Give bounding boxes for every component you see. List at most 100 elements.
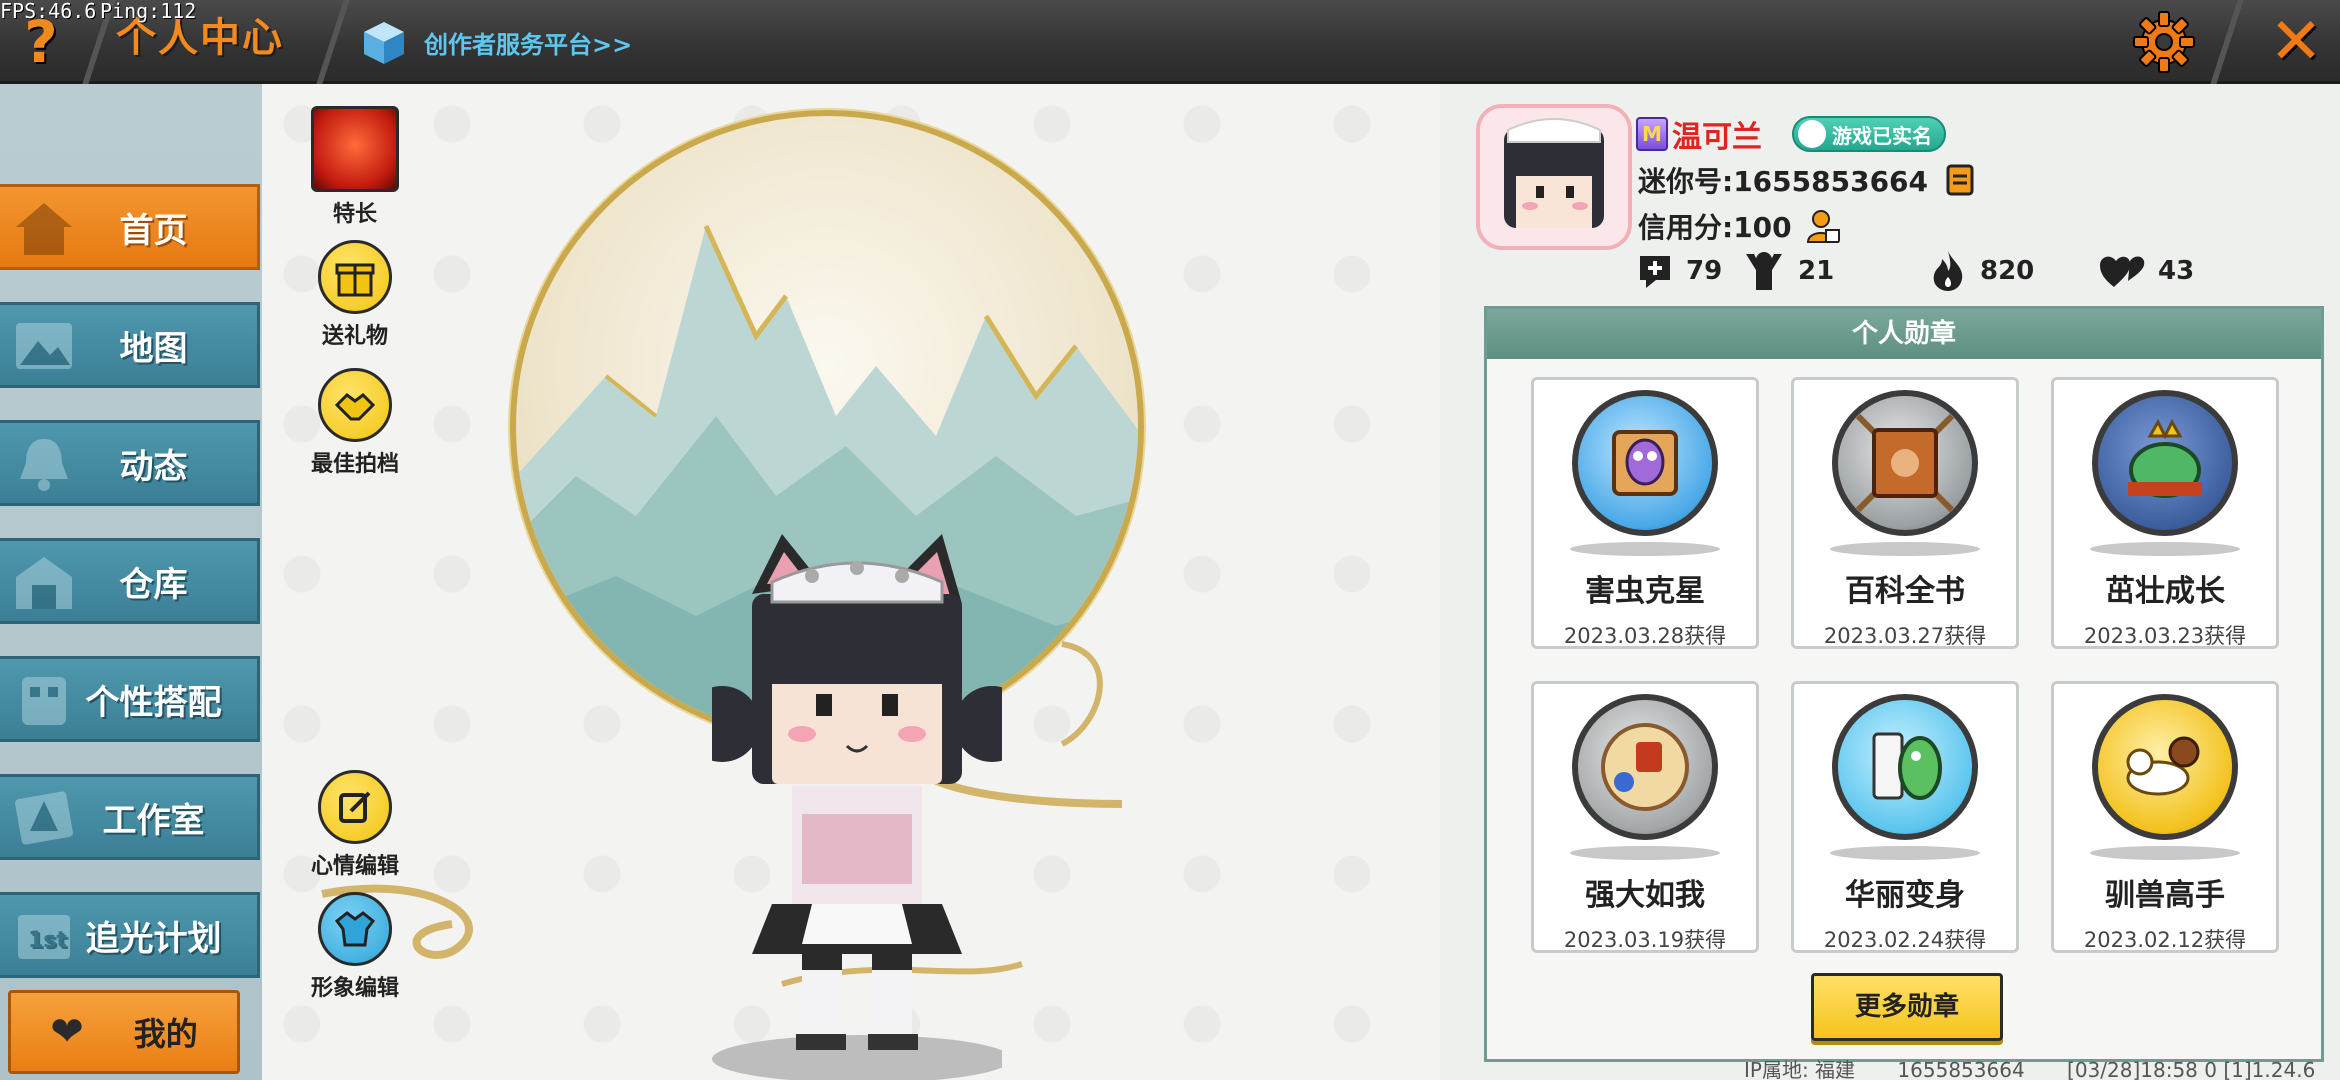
mine-label: 我的 — [133, 1015, 198, 1053]
specialty-button[interactable]: 特长 — [300, 106, 410, 228]
medal-date: 2023.03.23获得 — [2083, 624, 2247, 648]
sidebar-item-label: 仓库 — [119, 564, 188, 605]
medal-name: 百科全书 — [1845, 574, 1965, 609]
medal-name: 茁壮成长 — [2105, 574, 2225, 609]
posts-stat[interactable]: 79 — [1636, 246, 1722, 296]
fps-overlay: FPS:46.6 Ping:112 — [0, 0, 196, 22]
credit-row: 信用分:100 — [1638, 206, 1840, 246]
medal-card[interactable]: 害虫克星 2023.03.28获得 — [1531, 377, 1759, 649]
sidebar-item-plan[interactable]: 1st 追光计划 — [0, 892, 260, 978]
sidebar-nav: 首页 地图 动态 仓库 个性搭配 工作室 1st 追光计划 — [0, 84, 262, 1080]
username-row: M 温可兰 游戏已实名 — [1636, 112, 1946, 156]
fans-stat[interactable]: 21 — [1742, 246, 1834, 296]
beast-tamer-medal-icon — [2092, 694, 2238, 840]
medal-name: 强大如我 — [1585, 878, 1705, 913]
fans-count: 21 — [1798, 256, 1835, 286]
image-edit-button[interactable]: 形象编辑 — [300, 892, 410, 1002]
sidebar-item-map[interactable]: 地图 — [0, 302, 260, 388]
fans-icon — [1746, 252, 1782, 290]
bell-icon — [20, 439, 68, 491]
sidebar-item-outfit[interactable]: 个性搭配 — [0, 656, 260, 742]
sidebar-item-home[interactable]: 首页 — [0, 184, 260, 270]
edit-icon — [318, 770, 392, 844]
studio-icon — [15, 791, 73, 845]
hearts-icon — [2100, 256, 2145, 287]
sidebar-item-warehouse[interactable]: 仓库 — [0, 538, 260, 624]
sidebar-item-label: 个性搭配 — [85, 682, 222, 723]
mighty-me-medal-icon — [1572, 694, 1718, 840]
profile-avatar[interactable] — [1476, 104, 1632, 250]
player-avatar[interactable] — [712, 524, 1002, 1080]
sidebar-item-label: 首页 — [119, 210, 188, 251]
medal-card[interactable]: 百科全书 2023.03.27获得 — [1791, 377, 2019, 649]
avatar-stage: 特长 送礼物 最佳拍档 心情编辑 形象编辑 — [262, 84, 1440, 1080]
mine-button[interactable]: ❤ 我的 — [8, 990, 240, 1074]
medal-name: 害虫克星 — [1585, 574, 1705, 609]
top-bar: ? 个人中心 创作者服务平台>> ✕ — [0, 0, 2340, 84]
verified-user-icon — [1798, 120, 1826, 148]
creator-platform-link[interactable]: 创作者服务平台>> — [360, 14, 632, 70]
gorgeous-transform-medal-icon — [1832, 694, 1978, 840]
outfit-edit-icon — [318, 892, 392, 966]
close-button[interactable]: ✕ — [2262, 8, 2330, 76]
handshake-icon — [318, 368, 392, 442]
thriving-growth-medal-icon — [2092, 390, 2238, 536]
image-edit-label: 形象编辑 — [310, 976, 399, 1001]
mood-edit-label: 心情编辑 — [310, 854, 399, 879]
encyclopedia-medal-icon — [1832, 390, 1978, 536]
popularity-count: 820 — [1980, 256, 2035, 286]
medal-panel: 个人勋章 害虫克星 2023.03.28获得 百科全书 2023.03.27获得… — [1484, 306, 2324, 1062]
sidebar-item-studio[interactable]: 工作室 — [0, 774, 260, 860]
gear-icon[interactable] — [2130, 8, 2198, 76]
send-gift-button[interactable]: 送礼物 — [300, 240, 410, 350]
mood-edit-button[interactable]: 心情编辑 — [300, 770, 410, 880]
medal-card[interactable]: 驯兽高手 2023.02.12获得 — [2051, 681, 2279, 953]
medal-name: 驯兽高手 — [2105, 878, 2225, 913]
medal-date: 2023.03.19获得 — [1563, 928, 1727, 952]
heart-icon: ❤ — [50, 1009, 84, 1055]
outfit-icon — [22, 677, 66, 725]
medal-date: 2023.03.28获得 — [1563, 624, 1727, 648]
copy-icon[interactable] — [1942, 162, 1976, 198]
mini-id-text: 迷你号:1655853664 — [1638, 165, 1929, 198]
medal-date: 2023.02.24获得 — [1823, 928, 1987, 952]
sidebar-item-feed[interactable]: 动态 — [0, 420, 260, 506]
creator-link-label: 创作者服务平台>> — [424, 30, 633, 59]
more-medals-button[interactable]: 更多勋章 — [1811, 973, 2003, 1041]
top-divider — [316, 0, 350, 84]
medal-name: 华丽变身 — [1845, 878, 1965, 913]
credit-user-icon[interactable] — [1806, 208, 1840, 244]
specialty-icon — [311, 106, 399, 192]
popularity-stat[interactable]: 820 — [1928, 246, 2034, 296]
medal-card[interactable]: 强大如我 2023.03.19获得 — [1531, 681, 1759, 953]
svg-text:1st: 1st — [28, 928, 67, 953]
best-partner-button[interactable]: 最佳拍档 — [300, 368, 410, 478]
ping-text: Ping:112 — [100, 0, 197, 23]
top-divider — [2210, 0, 2244, 84]
send-gift-label: 送礼物 — [321, 324, 388, 349]
posts-icon — [1640, 256, 1670, 288]
sidebar-item-label: 地图 — [119, 328, 188, 369]
ip-location: IP属地: 福建 — [1744, 1058, 1856, 1080]
credit-score-text: 信用分:100 — [1638, 211, 1792, 244]
mini-id-row: 迷你号:1655853664 — [1638, 160, 1976, 200]
medal-card[interactable]: 华丽变身 2023.02.24获得 — [1791, 681, 2019, 953]
sidebar-item-label: 工作室 — [102, 800, 205, 841]
footer-info: IP属地: 福建 1655853664 [03/28]18:58 0 [1]1.… — [1744, 1054, 2315, 1080]
sidebar-item-label: 追光计划 — [85, 918, 222, 959]
medal-date: 2023.02.12获得 — [2083, 928, 2247, 952]
vip-badge-icon: M — [1636, 117, 1668, 151]
house-icon — [16, 203, 72, 255]
specialty-label: 特长 — [332, 202, 377, 227]
pest-buster-medal-icon — [1572, 390, 1718, 536]
warehouse-icon — [16, 557, 72, 609]
footer-uid: 1655853664 — [1897, 1058, 2025, 1080]
medal-card[interactable]: 茁壮成长 2023.03.23获得 — [2051, 377, 2279, 649]
sidebar-item-label: 动态 — [119, 446, 188, 487]
cube-icon — [364, 22, 404, 64]
best-partner-label: 最佳拍档 — [310, 452, 399, 477]
username: 温可兰 — [1672, 120, 1762, 155]
medal-date: 2023.03.27获得 — [1823, 624, 1987, 648]
medal-panel-title: 个人勋章 — [1487, 309, 2321, 359]
likes-stat[interactable]: 43 — [2100, 246, 2194, 296]
